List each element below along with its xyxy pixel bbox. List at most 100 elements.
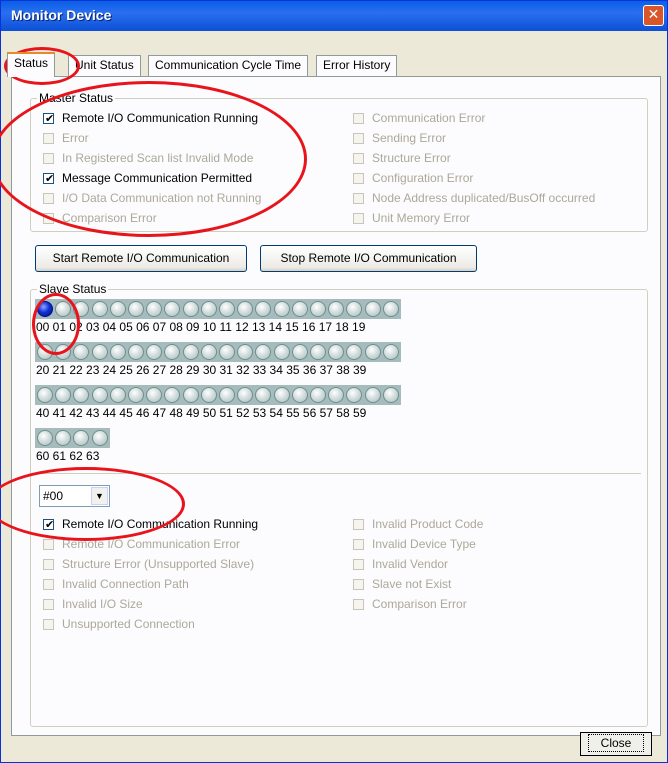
start-remote-io-label: Start Remote I/O Communication: [52, 251, 230, 265]
slave-led-15[interactable]: [310, 301, 326, 317]
slave-led-60[interactable]: [37, 430, 53, 446]
slave-led-20[interactable]: [37, 344, 53, 360]
slave-led-23[interactable]: [91, 344, 108, 360]
slave-left-checkbox-1-label: Remote I/O Communication Error: [62, 537, 241, 551]
slave-led-59[interactable]: [382, 387, 399, 403]
separator: [36, 473, 641, 474]
slave-led-39[interactable]: [382, 344, 399, 360]
master-right-checkbox-1-label: Sending Error: [372, 131, 447, 145]
slave-led-04[interactable]: [109, 301, 126, 317]
slave-left-checkbox-1-box[interactable]: [43, 539, 54, 550]
master-right-checkbox-3-box[interactable]: [353, 173, 364, 184]
master-status-group: Master Status ✔ Remote I/O Communication …: [30, 91, 648, 232]
slave-right-checkbox-2-box[interactable]: [353, 559, 364, 570]
slave-status-group: Slave Status 00 01 02 03 04 05 06 07 08 …: [30, 282, 648, 727]
slave-right-checkbox-4-box[interactable]: [353, 599, 364, 610]
slave-left-checkbox-5-box[interactable]: [43, 619, 54, 630]
slave-led-03[interactable]: [91, 301, 108, 317]
slave-led-19[interactable]: [382, 301, 399, 317]
close-button[interactable]: Close: [580, 732, 652, 756]
master-right-checkbox-0-label: Communication Error: [372, 111, 486, 125]
slave-led-30[interactable]: [219, 344, 235, 360]
master-left-checkbox-5-box[interactable]: [43, 213, 54, 224]
master-right-checkbox-3-label: Configuration Error: [372, 171, 474, 185]
slave-led-63[interactable]: [91, 430, 108, 446]
slave-right-checkbox-2-label: Invalid Vendor: [372, 557, 449, 571]
slave-left-checkbox-4-box[interactable]: [43, 599, 54, 610]
slave-led-45[interactable]: [128, 387, 144, 403]
slave-led-38[interactable]: [364, 344, 381, 360]
master-right-checkbox-4-label: Node Address duplicated/BusOff occurred: [372, 191, 596, 205]
slave-led-43[interactable]: [91, 387, 108, 403]
slave-right-checkbox-1-label: Invalid Device Type: [372, 537, 476, 551]
tab-unit-status[interactable]: Unit Status: [68, 55, 141, 76]
master-left-checkbox-1-box[interactable]: [43, 133, 54, 144]
monitor-device-window: Monitor Device ✕ Status Unit Status Comm…: [0, 0, 668, 763]
slave-led-35[interactable]: [310, 344, 326, 360]
master-left-checkbox-1-label: Error: [62, 131, 89, 145]
slave-led-28[interactable]: [182, 344, 199, 360]
check-icon: ✔: [45, 113, 55, 125]
slave-led-10[interactable]: [219, 301, 235, 317]
slave-right-checkbox-0-box[interactable]: [353, 519, 364, 530]
window-close-icon[interactable]: ✕: [643, 5, 664, 26]
slave-led-25[interactable]: [128, 344, 144, 360]
slave-led-44[interactable]: [109, 387, 126, 403]
slave-led-05[interactable]: [128, 301, 144, 317]
chevron-down-icon[interactable]: ▼: [91, 487, 108, 505]
slave-number-row-2: 40 41 42 43 44 45 46 47 48 49 50 51 52 5…: [36, 406, 367, 420]
slave-led-13[interactable]: [273, 301, 290, 317]
slave-left-checkbox-0-label: Remote I/O Communication Running: [62, 517, 259, 531]
stop-remote-io-button[interactable]: Stop Remote I/O Communication: [260, 245, 477, 272]
master-left-checkbox-2-box[interactable]: [43, 153, 54, 164]
title-bar[interactable]: Monitor Device ✕: [1, 1, 667, 31]
slave-led-00[interactable]: [37, 301, 53, 317]
master-left-checkbox-3-label: Message Communication Permitted: [62, 171, 253, 185]
master-status-title: Master Status: [37, 91, 116, 105]
master-left-checkbox-0-box[interactable]: ✔: [43, 113, 55, 125]
slave-right-checkbox-3-box[interactable]: [353, 579, 364, 590]
slave-led-34[interactable]: [291, 344, 308, 360]
slave-led-18[interactable]: [364, 301, 381, 317]
slave-right-checkbox-0-label: Invalid Product Code: [372, 517, 484, 531]
slave-led-53[interactable]: [273, 387, 290, 403]
master-left-checkbox-4-box[interactable]: [43, 193, 54, 204]
slave-left-checkbox-3-box[interactable]: [43, 579, 54, 590]
slave-led-33[interactable]: [273, 344, 290, 360]
slave-led-09[interactable]: [200, 301, 217, 317]
slave-number-row-0: 00 01 02 03 04 05 06 07 08 09 10 11 12 1…: [36, 320, 366, 334]
slave-number-row-1: 20 21 22 23 24 25 26 27 28 29 30 31 32 3…: [36, 363, 367, 377]
master-right-checkbox-2-box[interactable]: [353, 153, 364, 164]
slave-led-49[interactable]: [200, 387, 217, 403]
tab-communication-cycle-time[interactable]: Communication Cycle Time: [148, 55, 309, 76]
window-title: Monitor Device: [11, 7, 112, 23]
slave-led-50[interactable]: [219, 387, 235, 403]
master-left-checkbox-4-label: I/O Data Communication not Running: [62, 191, 262, 205]
slave-left-checkbox-2-box[interactable]: [43, 559, 54, 570]
dialog-client: Status Unit Status Communication Cycle T…: [5, 31, 663, 760]
master-right-checkbox-5-box[interactable]: [353, 213, 364, 224]
slave-status-title: Slave Status: [37, 282, 109, 296]
slave-led-55[interactable]: [310, 387, 326, 403]
stop-remote-io-label: Stop Remote I/O Communication: [280, 251, 457, 265]
slave-node-select[interactable]: #00 ▼: [39, 485, 110, 507]
tab-error-history[interactable]: Error History: [316, 55, 398, 76]
slave-led-24[interactable]: [109, 344, 126, 360]
slave-led-08[interactable]: [182, 301, 199, 317]
slave-left-checkbox-0-box[interactable]: ✔: [43, 519, 54, 531]
slave-left-checkbox-5-label: Unsupported Connection: [62, 617, 195, 631]
tab-status[interactable]: Status: [7, 52, 56, 77]
slave-led-29[interactable]: [200, 344, 217, 360]
slave-led-58[interactable]: [364, 387, 381, 403]
slave-led-54[interactable]: [291, 387, 308, 403]
slave-led-48[interactable]: [182, 387, 199, 403]
master-right-checkbox-1-box[interactable]: [353, 133, 364, 144]
start-remote-io-button[interactable]: Start Remote I/O Communication: [35, 245, 247, 272]
slave-led-40[interactable]: [37, 387, 53, 403]
master-right-checkbox-4-box[interactable]: [353, 193, 364, 204]
slave-right-checkbox-1-box[interactable]: [353, 539, 364, 550]
master-right-checkbox-0-box[interactable]: [353, 113, 364, 124]
slave-right-checkbox-3-label: Slave not Exist: [372, 577, 452, 591]
master-left-checkbox-3-box[interactable]: ✔: [43, 173, 54, 185]
slave-led-14[interactable]: [291, 301, 308, 317]
